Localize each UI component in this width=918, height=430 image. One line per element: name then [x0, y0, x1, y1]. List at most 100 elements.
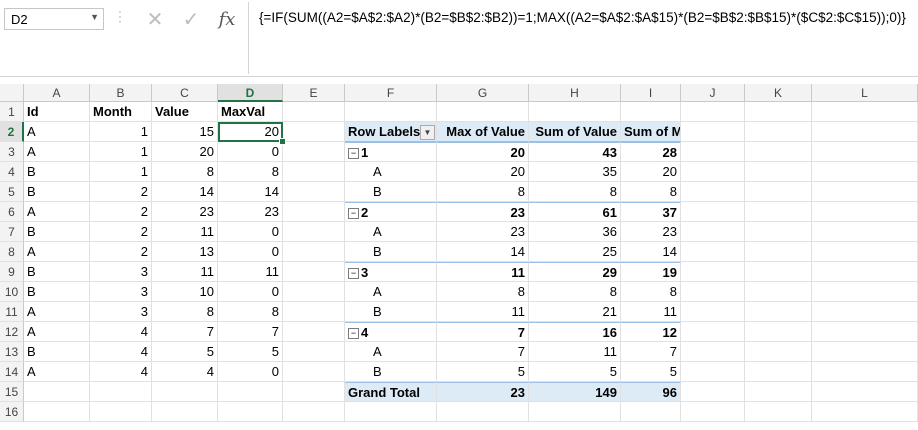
insert-function-button[interactable]: fx	[214, 8, 240, 32]
pivot-value[interactable]: 35	[529, 162, 621, 182]
table-cell[interactable]: A	[24, 242, 90, 262]
pivot-value[interactable]: 23	[437, 202, 529, 222]
cell-c16[interactable]	[152, 402, 218, 422]
pivot-value[interactable]: 23	[437, 222, 529, 242]
cell-e4[interactable]	[283, 162, 345, 182]
column-header-k[interactable]: K	[745, 84, 812, 102]
table-cell[interactable]: 15	[152, 122, 218, 142]
cell-l14[interactable]	[812, 362, 918, 382]
table-cell[interactable]: A	[24, 322, 90, 342]
cell-l4[interactable]	[812, 162, 918, 182]
fill-handle[interactable]	[279, 138, 286, 145]
table-cell[interactable]: 14	[218, 182, 283, 202]
row-header[interactable]: 12	[0, 322, 24, 342]
cell-b15[interactable]	[90, 382, 152, 402]
column-header-d[interactable]: D	[218, 84, 283, 102]
table-cell[interactable]: 8	[152, 162, 218, 182]
cell-e13[interactable]	[283, 342, 345, 362]
pivot-grand-total[interactable]: 96	[621, 382, 681, 402]
cell-l12[interactable]	[812, 322, 918, 342]
cell-j13[interactable]	[681, 342, 745, 362]
pivot-value[interactable]: 36	[529, 222, 621, 242]
cell-l1[interactable]	[812, 102, 918, 122]
row-header[interactable]: 1	[0, 102, 24, 122]
pivot-header[interactable]: Sum of Value	[529, 122, 621, 142]
table-cell[interactable]: 8	[218, 162, 283, 182]
cell-k13[interactable]	[745, 342, 812, 362]
table-cell[interactable]: 13	[152, 242, 218, 262]
cell-j16[interactable]	[681, 402, 745, 422]
pivot-item-label[interactable]: B	[345, 182, 437, 202]
cell-k5[interactable]	[745, 182, 812, 202]
table-cell[interactable]: 3	[90, 282, 152, 302]
pivot-value[interactable]: 8	[621, 282, 681, 302]
column-header-h[interactable]: H	[529, 84, 621, 102]
cell-k4[interactable]	[745, 162, 812, 182]
table-cell[interactable]: 11	[152, 262, 218, 282]
checkmark-icon[interactable]: ✓	[178, 8, 204, 32]
pivot-value[interactable]: 16	[529, 322, 621, 342]
cell-e6[interactable]	[283, 202, 345, 222]
chevron-down-icon[interactable]: ▼	[90, 12, 99, 22]
column-header-j[interactable]: J	[681, 84, 745, 102]
cell-l16[interactable]	[812, 402, 918, 422]
table-cell[interactable]: 23	[152, 202, 218, 222]
pivot-value[interactable]: 5	[529, 362, 621, 382]
cell-j14[interactable]	[681, 362, 745, 382]
table-cell[interactable]: 11	[218, 262, 283, 282]
column-header-c[interactable]: C	[152, 84, 218, 102]
cell-k11[interactable]	[745, 302, 812, 322]
cell-j4[interactable]	[681, 162, 745, 182]
row-header[interactable]: 7	[0, 222, 24, 242]
name-box[interactable]: D2 ▼	[4, 8, 104, 30]
cell-l15[interactable]	[812, 382, 918, 402]
cell-e12[interactable]	[283, 322, 345, 342]
cancel-icon[interactable]: ✕	[142, 8, 168, 32]
pivot-value[interactable]: 8	[529, 182, 621, 202]
table-cell[interactable]: B	[24, 262, 90, 282]
cell-j7[interactable]	[681, 222, 745, 242]
row-header[interactable]: 14	[0, 362, 24, 382]
table-cell[interactable]: 4	[90, 322, 152, 342]
row-header[interactable]: 6	[0, 202, 24, 222]
filter-dropdown-icon[interactable]: ▼	[420, 125, 435, 140]
row-header[interactable]: 8	[0, 242, 24, 262]
pivot-value[interactable]: 14	[621, 242, 681, 262]
cell-k2[interactable]	[745, 122, 812, 142]
cell-d16[interactable]	[218, 402, 283, 422]
table-cell[interactable]: 14	[152, 182, 218, 202]
cell-k14[interactable]	[745, 362, 812, 382]
pivot-header[interactable]: Max of Value	[437, 122, 529, 142]
pivot-value[interactable]: 7	[621, 342, 681, 362]
table-header[interactable]: Value	[152, 102, 218, 122]
pivot-value[interactable]: 8	[437, 182, 529, 202]
table-cell[interactable]: 10	[152, 282, 218, 302]
table-cell[interactable]: 2	[90, 202, 152, 222]
pivot-value[interactable]: 5	[437, 362, 529, 382]
row-header[interactable]: 11	[0, 302, 24, 322]
row-header[interactable]: 16	[0, 402, 24, 422]
table-cell[interactable]: 20	[152, 142, 218, 162]
pivot-value[interactable]: 12	[621, 322, 681, 342]
cell-g16[interactable]	[437, 402, 529, 422]
row-header[interactable]: 10	[0, 282, 24, 302]
table-cell[interactable]: 0	[218, 282, 283, 302]
pivot-grand-total[interactable]: Grand Total	[345, 382, 437, 402]
cell-j5[interactable]	[681, 182, 745, 202]
cell-k16[interactable]	[745, 402, 812, 422]
table-cell[interactable]: 3	[90, 262, 152, 282]
cell-l7[interactable]	[812, 222, 918, 242]
cell-c15[interactable]	[152, 382, 218, 402]
pivot-item-label[interactable]: B	[345, 242, 437, 262]
cell-k1[interactable]	[745, 102, 812, 122]
cell-f1[interactable]	[345, 102, 437, 122]
pivot-group-label[interactable]: −1	[345, 142, 437, 162]
table-cell[interactable]: 2	[90, 182, 152, 202]
pivot-value[interactable]: 61	[529, 202, 621, 222]
cell-j3[interactable]	[681, 142, 745, 162]
pivot-value[interactable]: 19	[621, 262, 681, 282]
row-header[interactable]: 3	[0, 142, 24, 162]
cell-e8[interactable]	[283, 242, 345, 262]
pivot-grand-total[interactable]: 149	[529, 382, 621, 402]
table-header[interactable]: Id	[24, 102, 90, 122]
